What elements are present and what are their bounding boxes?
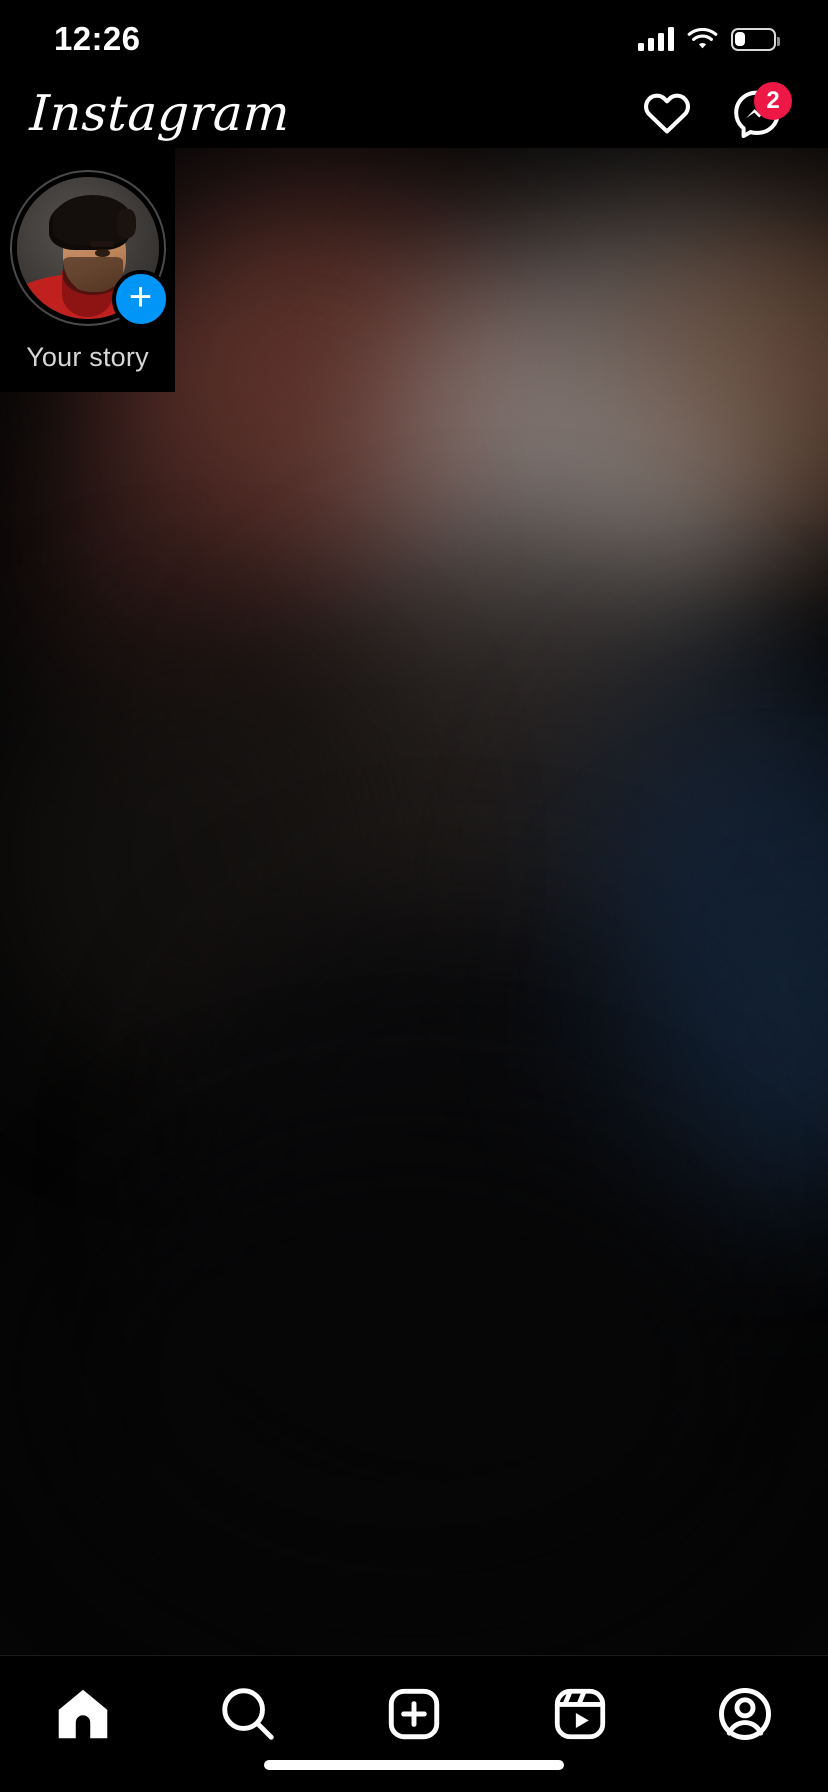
tab-home[interactable] (0, 1682, 166, 1746)
instagram-app-screen: 12:26 Instagram 2 + Your story (0, 0, 828, 1792)
tab-reels[interactable] (497, 1682, 663, 1746)
cellular-signal-icon (638, 27, 674, 51)
battery-low-icon (731, 27, 780, 51)
search-icon (222, 1688, 275, 1740)
status-bar-time: 12:26 (54, 20, 141, 57)
reels-icon (554, 1688, 605, 1740)
tab-search[interactable] (166, 1682, 332, 1746)
header-actions: 2 (640, 82, 792, 140)
profile-icon (719, 1688, 772, 1740)
status-bar: 12:26 (0, 0, 828, 78)
bottom-tab-bar (0, 1655, 828, 1792)
messenger-icon[interactable]: 2 (730, 82, 792, 140)
home-indicator (264, 1760, 564, 1770)
tab-profile[interactable] (662, 1682, 828, 1746)
app-header: Instagram 2 (0, 78, 828, 148)
messenger-unread-badge: 2 (754, 82, 792, 120)
tab-create[interactable] (331, 1682, 497, 1746)
home-icon (58, 1689, 108, 1739)
story-item-your-story[interactable]: + (9, 170, 170, 328)
blur-blob (60, 1125, 760, 1625)
status-bar-indicators (638, 27, 780, 51)
add-story-plus-icon[interactable]: + (111, 270, 170, 328)
wifi-icon (687, 27, 718, 48)
plus-square-icon (388, 1688, 440, 1740)
story-item-label: Your story (26, 342, 149, 372)
stories-tray: + Your story (0, 148, 175, 392)
activity-heart-icon[interactable] (640, 86, 694, 140)
instagram-logo[interactable]: Instagram (29, 85, 292, 142)
